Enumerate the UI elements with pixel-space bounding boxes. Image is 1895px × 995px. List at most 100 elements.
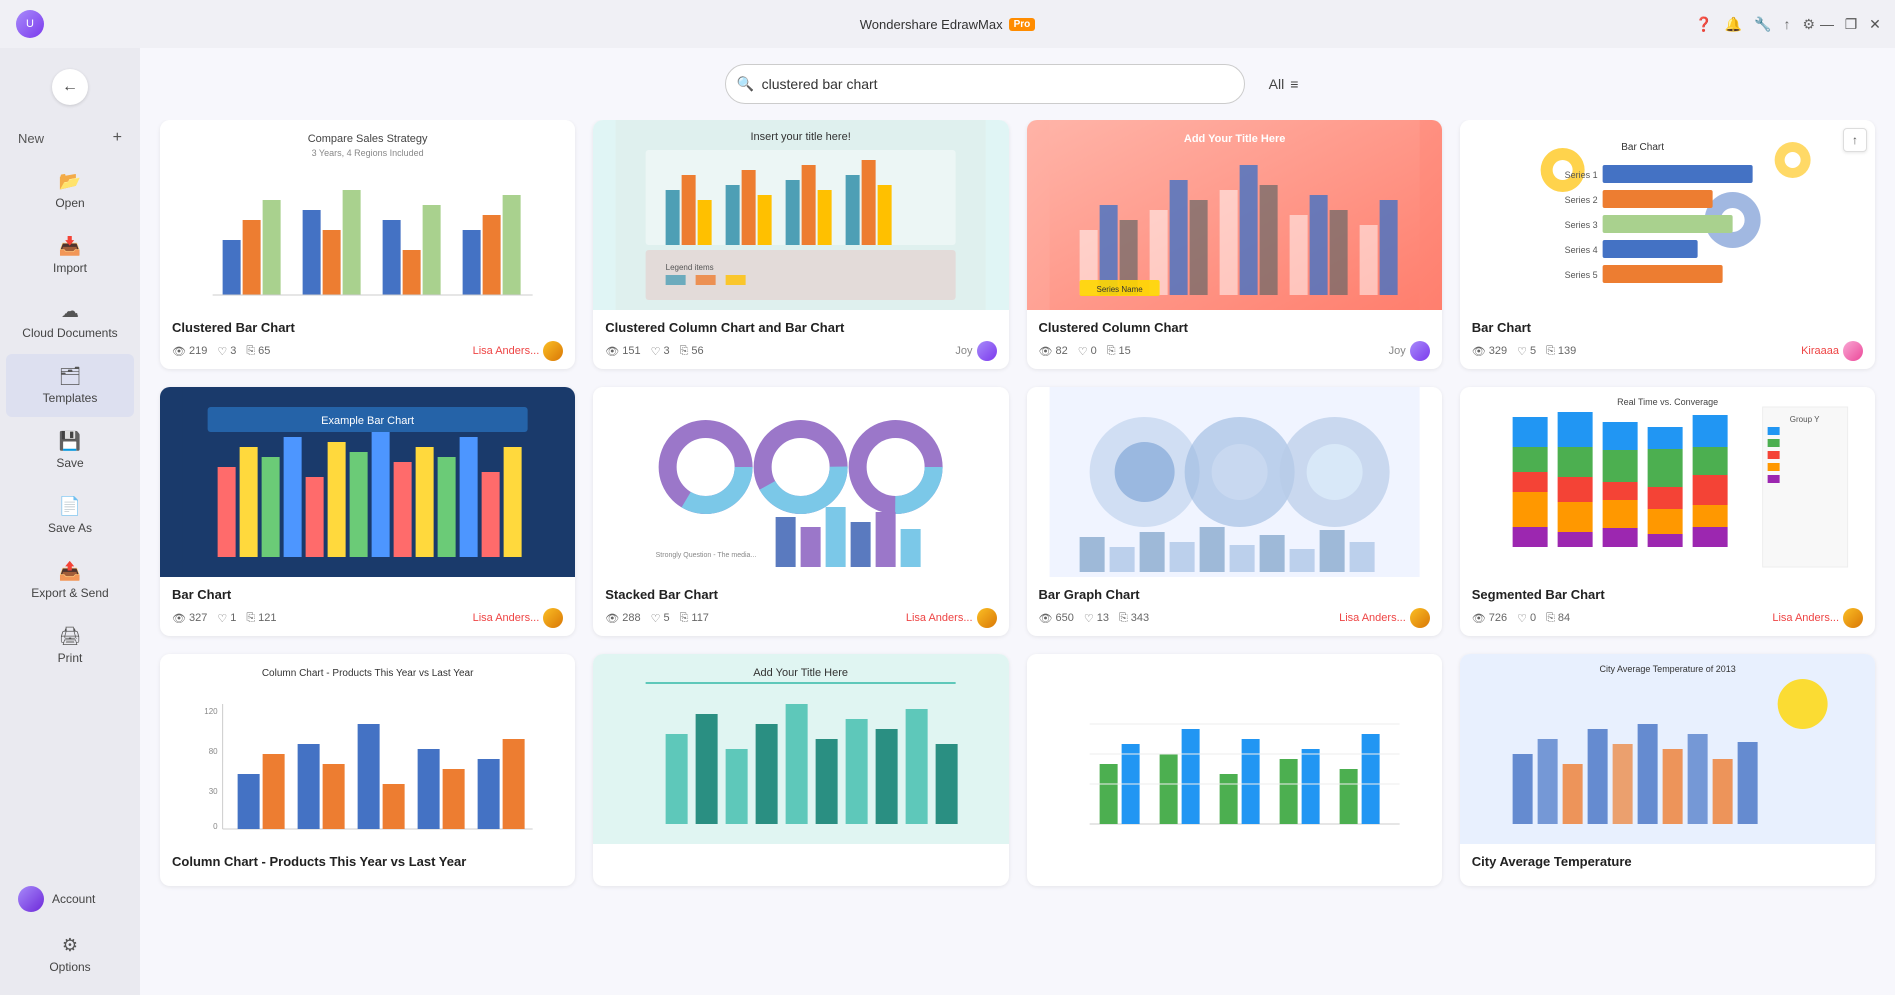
card-col-green[interactable]: [1027, 654, 1442, 886]
cards-grid: Compare Sales Strategy 3 Years, 4 Region…: [160, 120, 1875, 886]
views-7: 👁650: [1039, 612, 1074, 625]
scroll-top-button[interactable]: ↑: [1843, 128, 1867, 152]
card-meta-6: 👁288 ♡5 ⎘117 Lisa Anders...: [605, 608, 996, 628]
sidebar-back-button[interactable]: ←: [6, 57, 134, 117]
card-temp-chart[interactable]: City Average Temperature of 2013: [1460, 654, 1875, 886]
card-info-7: Bar Graph Chart 👁650 ♡13 ⎘343 Lisa Ander…: [1027, 577, 1442, 636]
share-icon[interactable]: ↑: [1783, 16, 1790, 32]
card-thumb-11: [1027, 654, 1442, 844]
maximize-button[interactable]: ❐: [1843, 16, 1859, 32]
card-thumb-4: Bar Chart Series 1 Series 2 Series 3 Ser…: [1460, 120, 1875, 310]
sidebar-item-templates[interactable]: 🗂 Templates: [6, 354, 134, 417]
likes-2: ♡3: [651, 345, 670, 358]
likes-5: ♡1: [217, 612, 236, 625]
eye-icon-3: 👁: [1039, 345, 1053, 358]
copy-icon-7: ⎘: [1119, 612, 1128, 625]
card-clustered-col-bar[interactable]: Insert your title here!: [593, 120, 1008, 369]
card-meta-4: 👁329 ♡5 ⎘139 Kiraaaa: [1472, 341, 1863, 361]
sidebar-item-save[interactable]: 💾 Save: [6, 419, 134, 482]
likes-3: ♡0: [1078, 345, 1097, 358]
card-col-products[interactable]: Column Chart - Products This Year vs Las…: [160, 654, 575, 886]
author-avatar-6: [977, 608, 997, 628]
card-thumb-12: City Average Temperature of 2013: [1460, 654, 1875, 844]
new-plus-icon: +: [113, 129, 122, 147]
close-button[interactable]: ✕: [1867, 16, 1883, 32]
settings-icon[interactable]: ⚙: [1802, 16, 1815, 33]
export-icon: 📤: [59, 561, 81, 582]
card-segmented-bar[interactable]: Real Time vs. Converage Group Y: [1460, 387, 1875, 636]
svg-text:Compare Sales Strategy: Compare Sales Strategy: [308, 133, 428, 145]
card-thumb-3: Add Your Title Here: [1027, 120, 1442, 310]
card-bar-chart-horz[interactable]: Bar Chart Series 1 Series 2 Series 3 Ser…: [1460, 120, 1875, 369]
search-input[interactable]: [725, 64, 1245, 104]
saveas-label: Save As: [48, 521, 92, 535]
author-5: Lisa Anders...: [473, 608, 564, 628]
card-thumb-10: Add Your Title Here: [593, 654, 1008, 844]
help-icon[interactable]: ❓: [1695, 16, 1712, 33]
card-meta-2: 👁151 ♡3 ⎘56 Joy: [605, 341, 996, 361]
card-clustered-bar-chart[interactable]: Compare Sales Strategy 3 Years, 4 Region…: [160, 120, 575, 369]
card-bar-chart-colored[interactable]: Example Bar Chart: [160, 387, 575, 636]
copies-8: ⎘84: [1546, 612, 1570, 625]
search-wrapper: 🔍: [725, 64, 1245, 104]
eye-icon-5: 👁: [172, 612, 186, 625]
minimize-button[interactable]: —: [1819, 16, 1835, 32]
card-title-5: Bar Chart: [172, 587, 563, 602]
copies-3: ⎘15: [1107, 345, 1131, 358]
card-info-5: Bar Chart 👁327 ♡1 ⎘121 Lisa Anders...: [160, 577, 575, 636]
svg-text:Real Time vs. Converage: Real Time vs. Converage: [1617, 397, 1718, 407]
card-title-7: Bar Graph Chart: [1039, 587, 1430, 602]
tools-icon[interactable]: 🔧: [1754, 16, 1771, 33]
card-title-4: Bar Chart: [1472, 320, 1863, 335]
copy-icon-3: ⎘: [1107, 345, 1116, 358]
svg-text:Series Name: Series Name: [1096, 285, 1143, 294]
copies-4: ⎘139: [1546, 345, 1576, 358]
copy-icon-6: ⎘: [680, 612, 689, 625]
export-label: Export & Send: [31, 586, 108, 600]
titlebar-right-icons: ❓ 🔔 🔧 ↑ ⚙: [1695, 16, 1815, 33]
author-avatar-4: [1843, 341, 1863, 361]
account-avatar: [18, 886, 44, 912]
views-1: 👁219: [172, 345, 207, 358]
heart-icon-2: ♡: [651, 345, 661, 358]
sidebar-item-cloud[interactable]: ☁ Cloud Documents: [6, 289, 134, 352]
author-avatar-1: [543, 341, 563, 361]
user-avatar[interactable]: U: [16, 10, 44, 38]
all-filter-button[interactable]: All ≡: [1257, 70, 1311, 98]
views-5: 👁327: [172, 612, 207, 625]
import-label: Import: [53, 261, 87, 275]
options-label: Options: [49, 960, 90, 974]
views-6: 👁288: [605, 612, 640, 625]
card-col-teal[interactable]: Add Your Title Here: [593, 654, 1008, 886]
svg-text:Column Chart - Products This Y: Column Chart - Products This Year vs Las…: [262, 668, 474, 679]
sidebar-item-saveas[interactable]: 📄 Save As: [6, 484, 134, 547]
card-bar-graph[interactable]: Bar Graph Chart 👁650 ♡13 ⎘343 Lisa Ander…: [1027, 387, 1442, 636]
card-thumb-5: Example Bar Chart: [160, 387, 575, 577]
card-info-10: [593, 844, 1008, 886]
sidebar-item-export[interactable]: 📤 Export & Send: [6, 549, 134, 612]
notification-icon[interactable]: 🔔: [1725, 16, 1742, 33]
sidebar-item-print[interactable]: 🖨 Print: [6, 614, 134, 677]
card-stacked-bar[interactable]: Strongly Question - The media... Stacked…: [593, 387, 1008, 636]
open-icon: 📂: [59, 171, 81, 192]
sidebar-item-new[interactable]: New +: [6, 119, 134, 157]
options-icon: ⚙: [62, 935, 78, 956]
card-meta-1: 👁219 ♡3 ⎘65 Lisa Anders...: [172, 341, 563, 361]
card-title-12: City Average Temperature: [1472, 854, 1863, 869]
svg-text:Add Your Title Here: Add Your Title Here: [753, 667, 848, 679]
copy-icon-1: ⎘: [246, 345, 255, 358]
sidebar-item-open[interactable]: 📂 Open: [6, 159, 134, 222]
titlebar-left: U: [16, 10, 44, 38]
svg-text:Bar Chart: Bar Chart: [1621, 142, 1664, 153]
back-button[interactable]: ←: [52, 69, 88, 105]
card-meta-7: 👁650 ♡13 ⎘343 Lisa Anders...: [1039, 608, 1430, 628]
sidebar-item-import[interactable]: 📥 Import: [6, 224, 134, 287]
card-title-3: Clustered Column Chart: [1039, 320, 1430, 335]
views-8: 👁726: [1472, 612, 1507, 625]
card-clustered-col[interactable]: Add Your Title Here: [1027, 120, 1442, 369]
card-info-6: Stacked Bar Chart 👁288 ♡5 ⎘117 Lisa Ande…: [593, 577, 1008, 636]
sidebar-item-account[interactable]: Account: [6, 876, 134, 922]
heart-icon-3: ♡: [1078, 345, 1088, 358]
sidebar-item-options[interactable]: ⚙ Options: [6, 923, 134, 986]
card-title-1: Clustered Bar Chart: [172, 320, 563, 335]
